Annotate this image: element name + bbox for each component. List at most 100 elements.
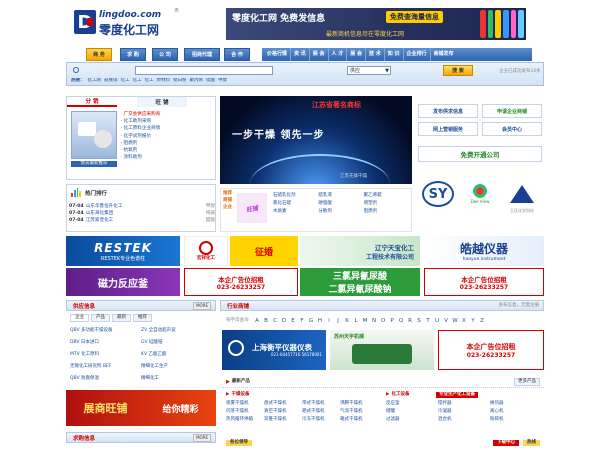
letter-link[interactable]: X — [460, 318, 469, 324]
ranking-row[interactable]: 07-04 山东华鲁恒升化工 甲醇 — [69, 203, 215, 210]
table-row[interactable]: ZV 全自动超声波 — [141, 328, 212, 336]
letter-link[interactable]: L — [352, 318, 361, 324]
ranking-row[interactable]: 07-04 山东海化集团 纯碱 — [69, 210, 215, 217]
letter-link[interactable]: F — [298, 318, 307, 324]
nav-item-knowledge[interactable]: 知 识 — [385, 48, 404, 61]
list-item[interactable]: 换热器 — [490, 401, 542, 407]
tab-shangwu[interactable]: 商 务 — [86, 48, 112, 61]
table-row[interactable]: 精细化工 — [141, 376, 212, 384]
search-select[interactable]: 供应 ▼ — [347, 66, 391, 75]
ad-hengping[interactable]: 上海衡平仪器仪表 021-64457716 56178001 — [222, 330, 326, 370]
apply-shop-button[interactable]: 申请企业商铺 — [482, 104, 542, 118]
list-item[interactable]: 增塑剂 — [364, 201, 409, 207]
table-row[interactable]: DBV 日本进口 — [70, 340, 141, 348]
list-item[interactable]: 沸腾干燥机 — [340, 401, 378, 407]
ad-rent-1[interactable]: 本企广告位招租 023-26233257 — [184, 268, 298, 296]
recommend-image[interactable]: 旺铺 — [237, 193, 267, 223]
list-item[interactable]: · 化工原料企业商情 — [121, 125, 213, 132]
table-row[interactable]: QBV 多功能干燥设备 — [70, 328, 141, 336]
logo-deeview[interactable]: Dee View — [462, 176, 498, 212]
letter-link[interactable]: S — [415, 318, 424, 324]
supply-tab[interactable]: 推荐 — [133, 314, 152, 322]
ad-suzhou[interactable]: 苏州天宇机械 — [330, 330, 434, 370]
hot-item[interactable]: 化工 — [121, 78, 130, 86]
letter-link[interactable]: Q — [397, 318, 406, 324]
table-row[interactable]: MTV 化工原料 — [70, 352, 141, 360]
list-item[interactable]: 双锥干燥机 — [264, 417, 302, 423]
hot-item[interactable]: 硫酸 — [206, 78, 215, 86]
member-center-button[interactable]: 会员中心 — [482, 122, 542, 136]
list-item[interactable]: 闪蒸干燥机 — [226, 409, 264, 415]
list-item[interactable]: 蜡乳液 — [318, 193, 363, 199]
tab-fenxiao[interactable]: 分 销 — [67, 97, 117, 107]
list-item[interactable]: 冷冻干燥机 — [302, 417, 340, 423]
hot-item[interactable]: 化工 — [145, 78, 154, 86]
letter-link[interactable]: A — [253, 318, 262, 324]
nav-item-price[interactable]: 价格行情 — [264, 48, 292, 61]
table-row[interactable]: 无锡化工研究所 BEF — [70, 364, 141, 372]
supply-tab[interactable]: 产品 — [91, 314, 110, 322]
table-row[interactable]: GV 硅酸锆 — [141, 340, 212, 348]
list-item[interactable]: 粉碎机 — [490, 417, 542, 423]
letter-link[interactable]: Z — [478, 318, 487, 324]
letter-link[interactable]: O — [379, 318, 388, 324]
ad-cili[interactable]: 磁力反应釜 — [66, 268, 180, 296]
center-banner-ad[interactable]: 江苏省著名商标 一步干燥 领先一步 江苏先锋干燥 — [220, 96, 412, 184]
search-input[interactable] — [135, 66, 273, 75]
list-item[interactable]: · 化学试剂报价 — [121, 133, 213, 140]
hot-item[interactable]: 聚丙烯 — [190, 78, 204, 86]
search-button[interactable]: 搜 索 — [443, 65, 473, 76]
list-item[interactable]: 氯化石蜡 — [273, 201, 318, 207]
nav-item-ranking[interactable]: 企业排行 — [404, 48, 431, 61]
list-item[interactable]: · 广交会供应采购商 — [121, 111, 213, 118]
list-item[interactable]: 阻燃剂 — [364, 209, 409, 215]
ad-rent-2[interactable]: 本企广告位招租 023-26233257 — [424, 268, 544, 296]
letter-link[interactable]: M — [361, 318, 370, 324]
list-item[interactable]: 分散剂 — [318, 209, 363, 215]
left-product-image[interactable] — [71, 111, 117, 159]
list-item[interactable]: · 化工助剂采购 — [121, 118, 213, 125]
free-open-button[interactable]: 免费开通公司 — [418, 146, 542, 162]
list-item[interactable]: 冷凝器 — [438, 409, 490, 415]
table-row[interactable]: QBV 防腐保温 — [70, 376, 141, 384]
post-info-button[interactable]: 发布供求信息 — [418, 104, 478, 118]
tab-hezuo[interactable]: 合 作 — [224, 48, 250, 61]
list-item[interactable]: 木质素 — [273, 209, 318, 215]
letter-link[interactable]: I — [325, 318, 334, 324]
letter-link[interactable]: H — [316, 318, 325, 324]
nav-item-news[interactable]: 资 讯 — [291, 48, 310, 61]
supply-tab[interactable]: 最新 — [112, 314, 131, 322]
header-banner[interactable]: 零度化工网 免费发信息 免费查海量信息 最新商机信息尽在零度化工网 — [226, 8, 526, 40]
list-item[interactable]: 真空干燥机 — [264, 409, 302, 415]
nav-item-talent[interactable]: 人 才 — [329, 48, 348, 61]
list-item[interactable]: 反应釜 — [386, 401, 438, 407]
more-products-button[interactable]: 更多产品 — [514, 377, 540, 386]
ad-sanlu[interactable]: 三氯异氰尿酸 二氯异氰尿酸钠 — [300, 268, 420, 296]
list-item[interactable]: · 抗氧剂 — [121, 147, 213, 154]
tab-wangpu[interactable]: 旺 铺 — [137, 97, 187, 107]
nav-item-expo[interactable]: 展 会 — [310, 48, 329, 61]
list-item[interactable]: · 阻燃剂 — [121, 140, 213, 147]
hot-item[interactable]: 化工网 — [88, 78, 102, 86]
nav-item-expo2[interactable]: 展 会 — [347, 48, 367, 61]
ad-restek[interactable]: RESTEK RESTEK专业色谱柱 — [66, 236, 180, 266]
letter-link[interactable]: K — [343, 318, 352, 324]
list-item[interactable]: 聚乙烯蜡 — [364, 193, 409, 199]
list-item[interactable]: 硬脂酸 — [318, 201, 363, 207]
hot-item[interactable]: 甲醇 — [218, 78, 227, 86]
letter-link[interactable]: C — [271, 318, 280, 324]
list-item[interactable]: 喷雾干燥机 — [226, 401, 264, 407]
list-item[interactable]: 离心机 — [490, 409, 542, 415]
letter-link[interactable]: D — [280, 318, 289, 324]
hot-item[interactable]: 原材料 — [157, 78, 171, 86]
category-right-tag[interactable]: 专业生产化工设备 — [436, 392, 478, 398]
ad-hongxiang[interactable]: 宏祥化工 — [184, 236, 228, 266]
list-item[interactable]: 过滤器 — [386, 417, 438, 423]
tab-zhaoshang[interactable]: 招商代理 — [184, 48, 220, 61]
ad-liaoning[interactable]: 辽宁天宝化工 工程技术有限公司 — [300, 236, 420, 266]
nav-item-shop[interactable]: 商铺发布 — [431, 48, 457, 61]
nav-item-tech[interactable]: 技 术 — [366, 48, 385, 61]
tab-qiugou[interactable]: 求 购 — [120, 48, 146, 61]
list-item[interactable]: 混合机 — [438, 417, 490, 423]
hot-item[interactable]: 钛白粉 — [173, 78, 187, 86]
